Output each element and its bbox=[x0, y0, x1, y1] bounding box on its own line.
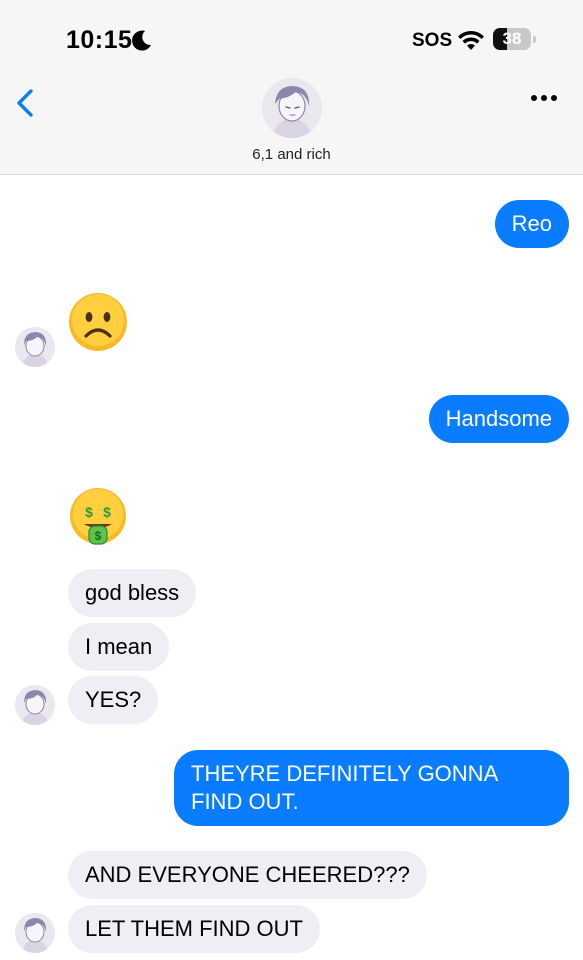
svg-text:$: $ bbox=[85, 504, 93, 520]
avatar-image bbox=[15, 685, 55, 725]
chevron-left-icon[interactable] bbox=[14, 88, 38, 118]
message-sent[interactable]: Handsome bbox=[428, 395, 569, 443]
moon-icon bbox=[132, 30, 151, 51]
svg-text:$: $ bbox=[103, 504, 111, 520]
message-received[interactable]: god bless bbox=[68, 569, 197, 617]
sos-indicator: SOS bbox=[412, 30, 453, 51]
message-sent[interactable]: Reo bbox=[494, 200, 569, 248]
sender-avatar[interactable] bbox=[15, 913, 55, 953]
battery-icon: 38 bbox=[493, 28, 537, 52]
avatar-image bbox=[15, 327, 55, 367]
message-received[interactable]: AND EVERYONE CHEERED??? bbox=[68, 851, 427, 899]
battery-nub bbox=[533, 36, 536, 43]
avatar-image bbox=[15, 913, 55, 953]
battery-percent: 38 bbox=[502, 29, 522, 48]
frowning-face-emoji[interactable] bbox=[67, 291, 129, 353]
message-received[interactable]: LET THEM FIND OUT bbox=[68, 905, 320, 953]
status-time: 10:15 bbox=[66, 26, 133, 54]
money-mouth-face-emoji[interactable]: $ $ $ bbox=[67, 486, 129, 548]
contact-avatar[interactable] bbox=[262, 78, 322, 138]
message-received[interactable]: I mean bbox=[68, 623, 170, 671]
svg-text:$: $ bbox=[95, 529, 102, 543]
wifi-icon bbox=[458, 30, 484, 50]
message-received[interactable]: YES? bbox=[68, 676, 159, 724]
conversation-header: 6,1 and rich bbox=[0, 78, 583, 175]
sender-avatar[interactable] bbox=[15, 327, 55, 367]
message-sent[interactable]: THEYRE DEFINITELY GONNA FIND OUT. bbox=[174, 750, 569, 826]
sender-avatar[interactable] bbox=[15, 685, 55, 725]
more-icon[interactable] bbox=[530, 94, 558, 102]
status-bar: 10:15 SOS 38 bbox=[0, 0, 583, 80]
contact-name[interactable]: 6,1 and rich bbox=[0, 146, 583, 163]
avatar-image bbox=[262, 78, 322, 138]
